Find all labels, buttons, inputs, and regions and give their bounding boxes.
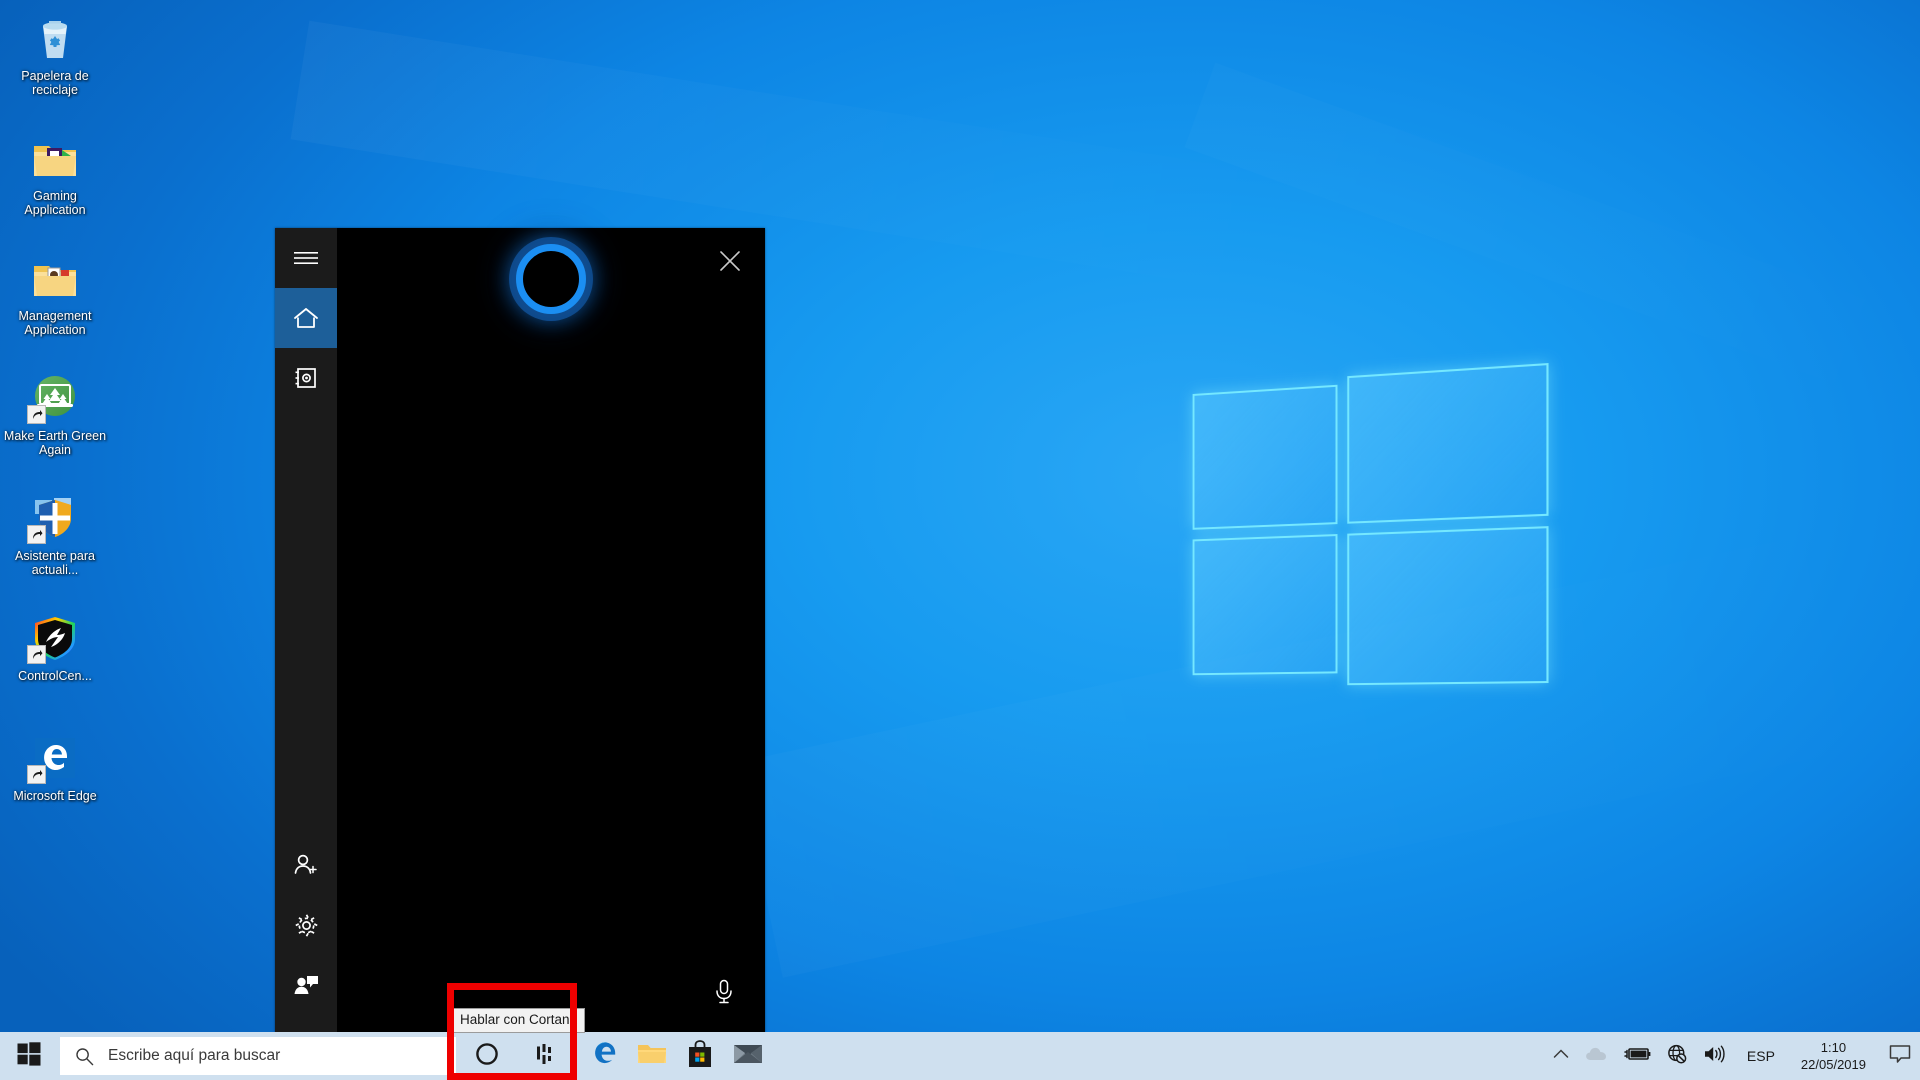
windows-logo-pane	[1193, 534, 1338, 675]
tray-battery-icon[interactable]	[1615, 1032, 1659, 1080]
action-center-icon	[1889, 1044, 1911, 1069]
search-icon	[75, 1047, 94, 1066]
home-icon	[293, 306, 319, 330]
desktop-icon-asistente-actualizacion[interactable]: Asistente para actuali...	[0, 488, 110, 604]
tray-onedrive-icon[interactable]	[1577, 1032, 1615, 1080]
battery-charging-icon	[1623, 1046, 1651, 1067]
globe-no-internet-icon	[1667, 1044, 1687, 1069]
recycle-bin-icon	[31, 14, 79, 62]
desktop: Papelera de reciclaje Gaming Application	[0, 0, 1920, 1080]
shortcut-overlay-icon	[27, 765, 46, 784]
shortcut-overlay-icon	[27, 525, 46, 544]
microphone-icon	[714, 979, 734, 1010]
feedback-icon	[293, 973, 319, 997]
desktop-icon-make-earth-green-again[interactable]: Make Earth Green Again	[0, 368, 110, 484]
search-placeholder: Escribe aquí para buscar	[108, 1047, 280, 1065]
mail-icon	[733, 1042, 763, 1071]
cortana-circle-icon	[474, 1041, 500, 1072]
windows-start-icon	[17, 1042, 41, 1071]
tray-clock[interactable]: 1:10 22/05/2019	[1787, 1032, 1880, 1080]
taskbar-file-explorer-button[interactable]	[628, 1032, 676, 1080]
cortana-home-button[interactable]	[275, 288, 337, 348]
windows-logo-pane	[1193, 385, 1338, 530]
desktop-icon-label: Asistente para actuali...	[2, 549, 108, 577]
taskbar-store-button[interactable]	[676, 1032, 724, 1080]
taskbar-edge-button[interactable]	[580, 1032, 628, 1080]
shortcut-overlay-icon	[27, 405, 46, 424]
cloud-icon	[1585, 1046, 1607, 1067]
cortana-panel	[275, 228, 765, 1033]
tray-volume-icon[interactable]	[1695, 1032, 1735, 1080]
desktop-icon-gaming-application[interactable]: Gaming Application	[0, 128, 110, 244]
start-button[interactable]	[0, 1032, 58, 1080]
earth-green-app-icon	[31, 374, 79, 422]
task-view-icon	[536, 1043, 562, 1070]
speaker-icon	[1703, 1044, 1727, 1069]
desktop-icon-label: Management Application	[2, 309, 108, 337]
desktop-icon-label: Microsoft Edge	[13, 789, 96, 803]
cortana-add-person-button[interactable]	[275, 835, 337, 895]
update-assistant-shield-icon	[31, 494, 79, 542]
cortana-logo-wrap	[337, 244, 765, 314]
cortana-microphone-button[interactable]	[707, 977, 741, 1011]
wallpaper-light-ray	[1185, 63, 1920, 414]
action-center-button[interactable]	[1880, 1032, 1920, 1080]
desktop-icon-microsoft-edge[interactable]: Microsoft Edge	[0, 728, 110, 844]
aorus-control-center-icon	[31, 614, 79, 662]
desktop-icon-management-application[interactable]: Management Application	[0, 248, 110, 364]
tray-language-indicator[interactable]: ESP	[1735, 1048, 1787, 1064]
desktop-icon-label: ControlCen...	[18, 669, 92, 683]
windows-logo-wallpaper	[1193, 363, 1549, 677]
shortcut-overlay-icon	[27, 645, 46, 664]
cortana-ring-logo	[516, 244, 586, 314]
taskbar-task-view-button[interactable]	[518, 1032, 580, 1080]
tray-time: 1:10	[1821, 1039, 1846, 1056]
tray-date: 22/05/2019	[1801, 1056, 1866, 1073]
gear-icon	[294, 913, 319, 938]
cortana-feedback-button[interactable]	[275, 955, 337, 1015]
microsoft-edge-icon	[31, 734, 79, 782]
hamburger-menu-icon	[294, 250, 318, 266]
cortana-notebook-button[interactable]	[275, 348, 337, 408]
cortana-tooltip: Hablar con Cortana	[452, 1008, 585, 1033]
desktop-icon-recycle-bin[interactable]: Papelera de reciclaje	[0, 8, 110, 124]
windows-logo-pane	[1347, 363, 1548, 524]
taskbar-cortana-button[interactable]	[456, 1032, 518, 1080]
microsoft-edge-icon	[589, 1039, 619, 1074]
cortana-content-area	[337, 228, 765, 1033]
folder-gaming-icon	[31, 134, 79, 182]
desktop-icon-label: Papelera de reciclaje	[2, 69, 108, 97]
tray-show-hidden-icons-button[interactable]	[1545, 1032, 1577, 1080]
desktop-icon-label: Gaming Application	[2, 189, 108, 217]
cortana-close-button[interactable]	[713, 246, 747, 280]
chevron-up-icon	[1553, 1047, 1569, 1065]
taskbar: Escribe aquí para buscar	[0, 1032, 1920, 1080]
add-person-icon	[293, 853, 319, 877]
cortana-navigation-rail	[275, 228, 337, 1033]
system-tray: ESP 1:10 22/05/2019	[1545, 1032, 1920, 1080]
desktop-icon-column: Papelera de reciclaje Gaming Application	[0, 8, 110, 848]
folder-icon	[637, 1041, 667, 1072]
cortana-hamburger-menu-button[interactable]	[275, 228, 337, 288]
desktop-icon-label: Make Earth Green Again	[2, 429, 108, 457]
folder-management-icon	[31, 254, 79, 302]
taskbar-mail-button[interactable]	[724, 1032, 772, 1080]
windows-logo-pane	[1347, 526, 1548, 685]
microsoft-store-icon	[687, 1040, 713, 1073]
desktop-icon-control-center[interactable]: ControlCen...	[0, 608, 110, 724]
tray-network-icon[interactable]	[1659, 1032, 1695, 1080]
cortana-settings-button[interactable]	[275, 895, 337, 955]
notebook-icon	[294, 366, 318, 390]
close-icon	[719, 250, 741, 277]
taskbar-search-box[interactable]: Escribe aquí para buscar	[60, 1037, 456, 1075]
